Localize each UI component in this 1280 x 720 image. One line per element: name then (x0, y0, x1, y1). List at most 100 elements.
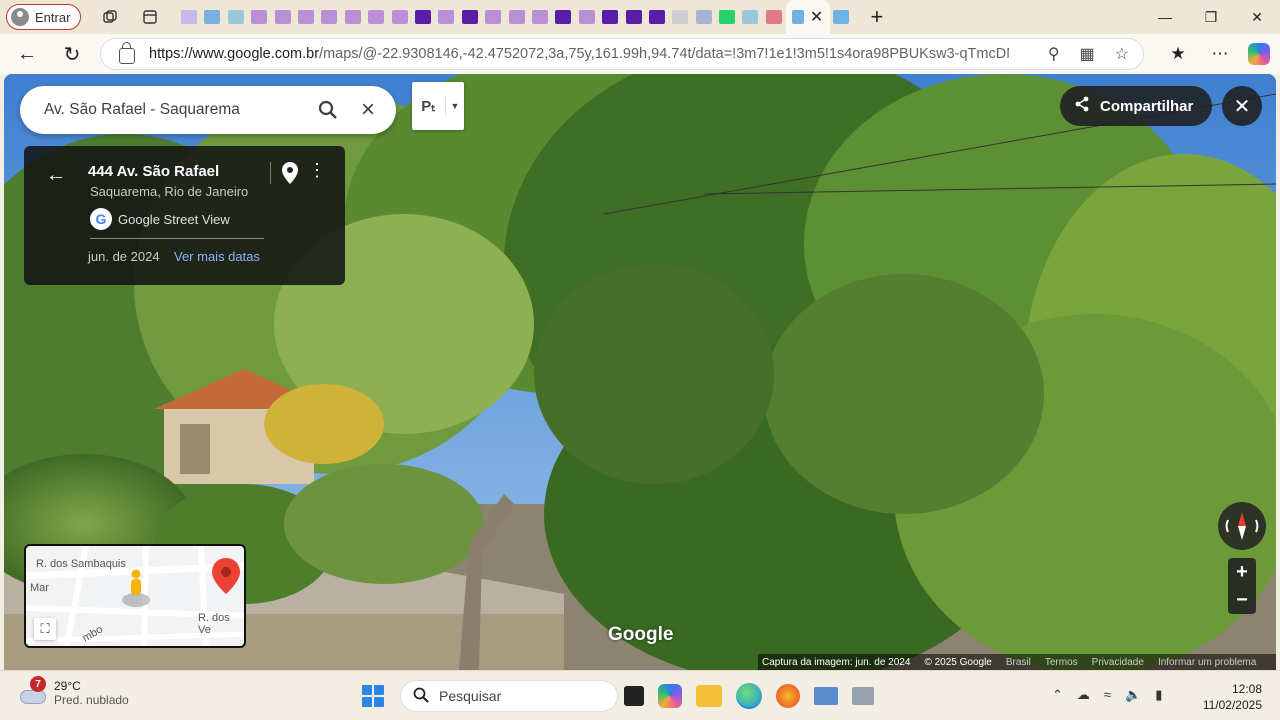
tab-actions-icon[interactable] (139, 6, 161, 28)
search-icon (413, 687, 429, 706)
address-bar[interactable]: https://www.google.com.br/maps/@-22.9308… (100, 38, 1144, 70)
restore-button[interactable]: ❐ (1188, 0, 1234, 34)
browser-tab[interactable] (248, 0, 271, 34)
browser-tab[interactable] (669, 0, 692, 34)
new-tab-button[interactable]: + (863, 4, 891, 30)
wifi-icon[interactable]: ≈ (1104, 687, 1111, 703)
country-link[interactable]: Brasil (1006, 657, 1031, 668)
minimap[interactable]: R. dos Sambaquis Mar R. dos Ve mbo ⛶ (24, 544, 246, 648)
task-view-icon[interactable] (624, 686, 644, 706)
browser-tab[interactable] (294, 0, 317, 34)
zoom-in-button[interactable]: + (1228, 558, 1256, 586)
browser-tab[interactable] (528, 0, 551, 34)
browser-tab[interactable] (341, 0, 364, 34)
favorites-icon[interactable]: ★ (1164, 44, 1192, 64)
active-tab[interactable]: ✕ (785, 0, 830, 34)
browser-tab[interactable] (552, 0, 575, 34)
browser-tab[interactable] (458, 0, 481, 34)
profile-button[interactable]: Entrar (6, 4, 82, 30)
capture-date: jun. de 2024 (88, 249, 160, 264)
back-button[interactable]: ← (9, 36, 45, 72)
profile-label: Entrar (35, 9, 71, 25)
edge-icon[interactable] (736, 683, 762, 709)
compass-icon[interactable] (1218, 502, 1266, 550)
battery-icon[interactable]: ▮ (1155, 687, 1162, 703)
tab-favicon-icon (438, 10, 455, 24)
expand-icon[interactable]: ⛶ (34, 618, 56, 640)
browser-tab[interactable] (715, 0, 738, 34)
browser-tab[interactable] (622, 0, 645, 34)
url-text[interactable]: https://www.google.com.br/maps/@-22.9308… (149, 46, 1009, 62)
pegman-icon[interactable] (120, 568, 152, 608)
favorite-star-icon[interactable]: ☆ (1115, 44, 1129, 64)
back-arrow-icon[interactable]: ← (46, 164, 66, 187)
reload-button[interactable]: ↻ (54, 36, 90, 72)
close-tab-icon[interactable]: ✕ (810, 7, 823, 27)
share-icon (1074, 96, 1090, 116)
tab-favicon-icon (321, 10, 338, 24)
url-host: https://www.google.com.br (149, 46, 320, 62)
browser-tab[interactable] (645, 0, 668, 34)
tab-favicon-icon (555, 10, 572, 24)
browser-tab[interactable] (411, 0, 434, 34)
browser-tab[interactable] (575, 0, 598, 34)
street-view-panorama[interactable]: Av. São Rafael - Saquarema × Pₜ ▼ ← 444 … (4, 74, 1276, 670)
close-street-view-button[interactable]: ✕ (1222, 86, 1262, 126)
share-button[interactable]: Compartilhar (1060, 86, 1212, 126)
browser-tab[interactable] (739, 0, 762, 34)
terms-link[interactable]: Termos (1045, 657, 1078, 668)
weather-condition: Pred. nublado (54, 693, 129, 707)
printer-app-icon[interactable] (852, 687, 874, 705)
more-menu-icon[interactable]: ⋯ (1206, 44, 1234, 64)
workspaces-icon[interactable] (99, 6, 121, 28)
browser-tab[interactable] (762, 0, 785, 34)
tab-favicon-icon (695, 10, 712, 24)
location-icon[interactable]: ⚲ (1048, 44, 1060, 64)
layer-selector[interactable]: Pₜ ▼ (412, 82, 464, 130)
volume-icon[interactable]: 🔈 (1125, 687, 1141, 703)
browser-tab[interactable] (201, 0, 224, 34)
onedrive-icon[interactable]: ☁ (1077, 687, 1090, 703)
more-options-icon[interactable]: ⋮ (308, 160, 326, 181)
copilot-icon[interactable] (1248, 43, 1270, 65)
search-input[interactable]: Av. São Rafael - Saquarema (44, 101, 308, 119)
browser-tab[interactable] (505, 0, 528, 34)
minimap-street-label: R. dos Sambaquis (36, 558, 126, 570)
google-watermark: Google (608, 624, 674, 645)
map-pin-icon[interactable] (282, 162, 298, 189)
browser-tab[interactable] (830, 0, 853, 34)
browser-tab[interactable] (365, 0, 388, 34)
browser-tab[interactable] (224, 0, 247, 34)
more-dates-link[interactable]: Ver mais datas (174, 249, 260, 264)
browser-tab[interactable] (598, 0, 621, 34)
tab-favicon-icon (602, 10, 619, 24)
search-box[interactable]: Av. São Rafael - Saquarema × (20, 86, 396, 134)
browser-tab[interactable] (481, 0, 504, 34)
copilot-app-icon[interactable] (658, 684, 682, 708)
scanner-app-icon[interactable] (814, 687, 838, 705)
clock[interactable]: 12:08 11/02/2025 (1200, 681, 1262, 713)
browser-tab[interactable] (388, 0, 411, 34)
chevron-up-icon[interactable]: ⌃ (1052, 687, 1063, 703)
browser-tab[interactable] (177, 0, 200, 34)
browser-tab[interactable] (318, 0, 341, 34)
browser-tab[interactable] (435, 0, 458, 34)
search-icon[interactable] (308, 90, 348, 130)
weather-widget[interactable]: 7 29°C Pred. nublado (18, 676, 129, 707)
report-problem-link[interactable]: Informar um problema (1158, 657, 1256, 668)
file-explorer-icon[interactable] (696, 685, 722, 707)
close-window-button[interactable]: ✕ (1234, 0, 1280, 34)
start-button[interactable] (362, 685, 384, 707)
privacy-link[interactable]: Privacidade (1092, 657, 1144, 668)
browser-tab[interactable] (271, 0, 294, 34)
firefox-icon[interactable] (776, 684, 800, 708)
minimize-button[interactable]: — (1142, 0, 1188, 34)
chevron-down-icon[interactable]: ▼ (446, 101, 464, 111)
zoom-out-button[interactable]: − (1228, 586, 1256, 614)
app-available-icon[interactable]: ▦ (1080, 44, 1095, 64)
minimap-street-label: Mar (30, 582, 49, 594)
taskbar-search[interactable]: Pesquisar (400, 680, 618, 712)
clear-search-icon[interactable]: × (348, 90, 388, 130)
location-info-card: ← 444 Av. São Rafael Saquarema, Rio de J… (24, 146, 345, 285)
browser-tab[interactable] (692, 0, 715, 34)
